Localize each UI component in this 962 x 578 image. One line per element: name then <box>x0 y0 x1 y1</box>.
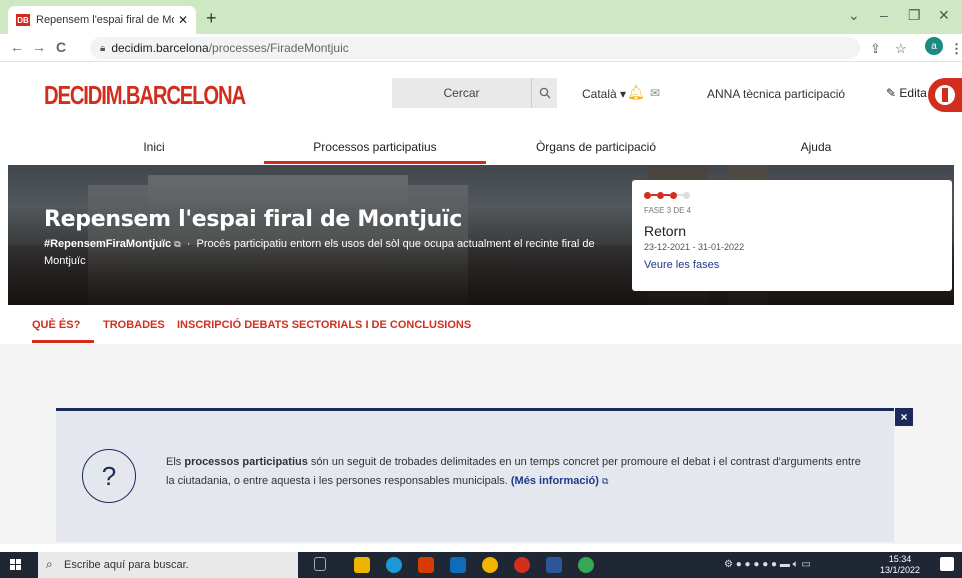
chrome-active-icon[interactable] <box>578 557 594 573</box>
nav-item-processos[interactable]: Processos participatius <box>264 130 486 164</box>
tab-trobades[interactable]: TROBADES <box>103 319 165 331</box>
search-placeholder: Cercar <box>443 86 480 100</box>
main-nav: Inici Processos participatius Òrgans de … <box>0 130 962 164</box>
windows-start-icon[interactable] <box>10 559 22 571</box>
clock-date: 13/1/2022 <box>880 565 921 575</box>
clock-time: 15:34 <box>888 554 912 564</box>
site-logo[interactable]: DECIDIM.BARCELONA <box>44 80 246 111</box>
phase-name: Retorn <box>644 223 687 239</box>
phase-dot <box>644 191 651 199</box>
search-icon: ⌕ <box>46 557 53 571</box>
new-tab-button[interactable]: + <box>206 8 217 29</box>
phase-dot <box>670 191 677 199</box>
file-explorer-icon[interactable] <box>354 557 370 573</box>
minimize-button[interactable]: – <box>880 7 888 23</box>
lock-icon: 🔒︎ <box>100 42 106 54</box>
subnav-active-indicator <box>32 340 94 343</box>
language-label: Català <box>582 87 617 101</box>
menu-kebab-icon[interactable]: ⋮ <box>950 41 962 57</box>
nav-active-indicator <box>264 161 486 164</box>
tray-icons[interactable]: ⚙ ● ● ● ● ● ▬ 🔈︎ ▭ <box>724 559 811 570</box>
edit-button[interactable]: ✎ Edita <box>886 86 927 100</box>
external-link-icon: ⧉ <box>601 476 609 486</box>
process-title: Repensem l'espai firal de Montjuïc <box>44 207 462 232</box>
info-text: Els processos participatius són un segui… <box>166 456 861 487</box>
forward-icon[interactable]: → <box>32 39 46 55</box>
caret-down-icon: ▾ <box>620 87 627 101</box>
language-selector[interactable]: Català ▾ <box>582 87 626 101</box>
user-menu[interactable]: ANNA tècnica participació <box>707 87 845 101</box>
taskbar-search-placeholder: Escribe aquí para buscar. <box>64 559 189 571</box>
search-icon[interactable] <box>531 78 557 108</box>
process-subnav: QUÈ ÉS? TROBADES INSCRIPCIÓ DEBATS SECTO… <box>0 315 962 343</box>
notification-icon[interactable] <box>940 557 954 571</box>
tab-close-icon[interactable]: ✕ <box>178 13 188 27</box>
external-link-icon: ⧉ <box>174 239 181 249</box>
question-icon: ? <box>82 449 136 503</box>
browser-tab-strip: DB Repensem l'espai firal de Montju ✕ + … <box>0 0 962 34</box>
nav-item-inici[interactable]: Inici <box>40 130 268 164</box>
phase-card: FASE 3 DE 4 Retorn 23-12-2021 - 31-01-20… <box>632 180 952 291</box>
phase-dot <box>657 191 664 199</box>
word-icon[interactable] <box>546 557 562 573</box>
tab-title: Repensem l'espai firal de Montju <box>36 14 174 26</box>
phases-link[interactable]: Veure les fases <box>644 259 940 271</box>
bell-icon[interactable]: 🔔︎ <box>627 84 645 101</box>
taskbar-search-input[interactable]: ⌕ Escribe aquí para buscar. <box>38 552 298 578</box>
outlook-icon[interactable] <box>450 557 466 573</box>
process-hashtag[interactable]: #RepensemFiraMontjuïc <box>44 238 171 250</box>
browser-toolbar: ← → C 🔒︎ decidim.barcelona/processes/Fir… <box>0 34 962 62</box>
clock[interactable]: 15:34 13/1/2022 <box>880 554 920 576</box>
phase-dot <box>683 191 690 199</box>
more-info-link[interactable]: (Més informació) <box>511 475 599 487</box>
share-icon[interactable]: ⇪ <box>870 41 881 57</box>
favicon-icon: DB <box>16 14 30 26</box>
close-info-button[interactable]: × <box>895 408 913 426</box>
task-view-icon[interactable] <box>314 557 326 571</box>
profile-avatar[interactable]: a <box>925 37 943 55</box>
mail-icon[interactable]: ✉ <box>650 86 660 100</box>
phase-progress <box>644 190 940 200</box>
barcelona-seal-icon[interactable] <box>928 78 962 112</box>
phase-dates: 23-12-2021 - 31-01-2022 <box>644 242 745 252</box>
app-icon[interactable] <box>514 557 530 573</box>
app-icon[interactable] <box>418 557 434 573</box>
windows-taskbar: ⌕ Escribe aquí para buscar. ⚙ ● ● ● ● ● … <box>0 552 962 578</box>
tab-inscripcio[interactable]: INSCRIPCIÓ DEBATS SECTORIALS I DE CONCLU… <box>177 319 471 331</box>
pencil-icon: ✎ <box>886 86 897 100</box>
address-bar[interactable]: 🔒︎ decidim.barcelona/processes/FiradeMon… <box>90 37 860 59</box>
url-host: decidim.barcelona <box>111 41 209 55</box>
window-close-button[interactable]: ✕ <box>938 7 950 24</box>
tab-search-chevron-icon[interactable]: ⌄ <box>848 7 860 24</box>
search-input[interactable]: Cercar <box>392 78 557 108</box>
edge-icon[interactable] <box>386 557 402 573</box>
browser-tab[interactable]: DB Repensem l'espai firal de Montju ✕ <box>8 6 196 34</box>
edit-label: Edita <box>899 86 927 100</box>
reload-icon[interactable]: C <box>56 39 66 55</box>
chrome-icon[interactable] <box>482 557 498 573</box>
process-subtitle: #RepensemFiraMontjuïc ⧉ · Procés partici… <box>44 238 595 267</box>
nav-item-ajuda[interactable]: Ajuda <box>706 130 926 164</box>
phase-step: FASE 3 DE 4 <box>644 206 692 215</box>
maximize-button[interactable]: ❐ <box>908 7 921 24</box>
tab-que-es[interactable]: QUÈ ÉS? <box>32 319 80 331</box>
url-path: /processes/FiradeMontjuic <box>208 41 349 55</box>
back-icon[interactable]: ← <box>10 39 24 55</box>
bookmark-star-icon[interactable]: ☆ <box>895 41 907 57</box>
nav-item-organs[interactable]: Òrgans de participació <box>486 130 706 164</box>
